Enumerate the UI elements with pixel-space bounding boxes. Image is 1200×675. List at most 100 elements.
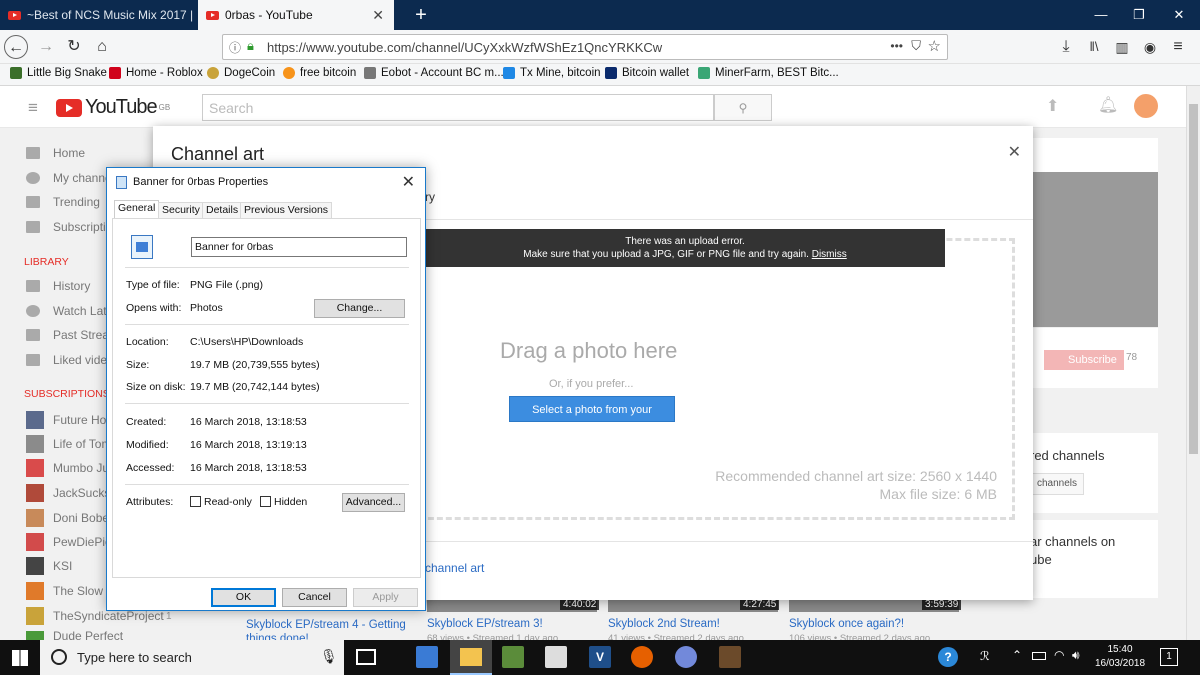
volume-icon[interactable]: 🔊︎ — [1072, 648, 1080, 663]
scrollbar-thumb[interactable] — [1189, 104, 1198, 454]
downloads-icon[interactable]: ⤓ — [1054, 35, 1078, 59]
subscription-item[interactable]: PewDiePie — [26, 533, 112, 551]
subscription-item[interactable]: Dude Perfect1 — [26, 631, 123, 640]
close-window-icon[interactable]: ✕ — [1156, 0, 1200, 30]
close-icon[interactable]: ✕ — [402, 172, 415, 192]
home-icon[interactable]: ⌂ — [90, 35, 114, 59]
close-tab-icon[interactable]: ✕ — [372, 7, 384, 24]
file-explorer-taskbar-button[interactable] — [450, 640, 492, 675]
forward-arrow-icon[interactable]: → — [34, 35, 58, 59]
page-actions-icon[interactable]: ••• — [890, 39, 903, 53]
sidebar-item-watch-later[interactable]: Watch Later — [26, 304, 117, 318]
subscription-item[interactable]: KSI — [26, 557, 72, 575]
close-icon[interactable]: ✕ — [1008, 142, 1021, 162]
reload-icon[interactable]: ↻ — [62, 35, 86, 59]
bookmark-item[interactable]: Tx Mine, bitcoin — [503, 67, 601, 79]
hamburger-menu-icon[interactable]: ≡ — [28, 98, 38, 118]
system-clock[interactable]: 15:40 16/03/2018 — [1092, 643, 1148, 671]
checkbox-box[interactable] — [260, 496, 271, 507]
bookmark-item[interactable]: Little Big Snake — [10, 67, 107, 79]
action-center-icon[interactable]: 1 — [1160, 648, 1178, 666]
advanced-button[interactable]: Advanced... — [342, 493, 405, 512]
taskbar-search-box[interactable]: Type here to search 🎙︎ — [40, 640, 344, 675]
battery-icon[interactable] — [1032, 652, 1046, 660]
file-properties-dialog: Banner for 0rbas Properties ✕ General Se… — [106, 167, 426, 611]
bookmark-item[interactable]: MinerFarm, BEST Bitc... — [698, 67, 839, 79]
tab-previous-versions[interactable]: Previous Versions — [240, 202, 333, 218]
people-icon[interactable]: ℛ — [980, 649, 990, 663]
back-arrow-icon[interactable]: ← — [4, 35, 28, 59]
page-scrollbar[interactable] — [1186, 86, 1200, 640]
tab-details[interactable]: Details — [202, 202, 243, 218]
filename-field[interactable]: Banner for 0rbas — [191, 237, 407, 257]
sidebar-item-home[interactable]: Home — [26, 146, 85, 160]
browser-tab[interactable]: ~Best of NCS Music Mix 2017 | — [0, 0, 196, 30]
browser-tab-active[interactable]: 0rbas - YouTube ✕ — [198, 0, 394, 30]
minecraft-launcher-icon[interactable] — [719, 646, 741, 668]
sidebar-item-trending[interactable]: Trending — [26, 195, 100, 209]
bookmark-item[interactable]: DogeCoin — [207, 67, 275, 79]
tab-general[interactable]: General — [114, 200, 160, 219]
library-icon[interactable]: ‖\ — [1082, 35, 1106, 59]
youtube-search-input[interactable]: Search — [202, 94, 714, 121]
windows-start-icon[interactable] — [12, 650, 28, 666]
pocket-icon[interactable]: ⛉ — [911, 38, 921, 54]
firefox-icon[interactable] — [631, 646, 653, 668]
info-icon[interactable]: ⓘ — [229, 39, 241, 56]
extension-icon[interactable]: ◉ — [1138, 35, 1162, 59]
subscribe-button[interactable]: Subscribe — [1044, 350, 1124, 370]
channel-avatar — [26, 459, 44, 477]
notifications-bell-icon[interactable]: 🔔︎ — [1098, 95, 1118, 115]
cancel-button[interactable]: Cancel — [282, 588, 347, 607]
sidebar-icon[interactable]: ▥ — [1110, 35, 1134, 59]
task-view-icon[interactable] — [356, 649, 376, 665]
tab-gallery[interactable]: ry — [425, 190, 435, 204]
wifi-icon[interactable]: ◠ — [1054, 648, 1064, 662]
channels-button[interactable]: channels — [1030, 473, 1084, 495]
video-title[interactable]: Skyblock EP/stream 4 - Getting things do… — [246, 618, 416, 640]
select-photo-button[interactable]: Select a photo from your computer — [509, 396, 675, 442]
ok-button[interactable]: OK — [211, 588, 276, 607]
dismiss-link[interactable]: Dismiss — [812, 249, 847, 260]
channel-art-link[interactable]: channel art — [425, 561, 484, 575]
bookmark-item[interactable]: Eobot - Account BC m... — [364, 67, 504, 79]
video-title[interactable]: Skyblock 2nd Stream! — [608, 618, 720, 630]
bookmark-item[interactable]: free bitcoin — [283, 67, 356, 79]
hidden-checkbox[interactable]: Hidden — [260, 496, 307, 508]
new-tab-icon[interactable]: + — [398, 0, 444, 30]
menu-icon[interactable]: ≡ — [1166, 35, 1190, 59]
subscription-item[interactable]: Doni Bobes — [26, 509, 115, 527]
subscription-item[interactable]: JackSucks — [26, 484, 110, 502]
avatar[interactable] — [1134, 94, 1158, 118]
mail-icon[interactable] — [545, 646, 567, 668]
change-button[interactable]: Change... — [314, 299, 405, 318]
video-title[interactable]: Skyblock once again?! — [789, 618, 904, 630]
youtube-logo[interactable]: YouTube GB — [56, 96, 170, 119]
microphone-icon[interactable]: 🎙︎ — [320, 648, 338, 665]
location-value: C:\Users\HP\Downloads — [190, 336, 304, 348]
video-title[interactable]: Skyblock EP/stream 3! — [427, 618, 543, 630]
sidebar-item-history[interactable]: History — [26, 279, 90, 293]
apply-button[interactable]: Apply — [353, 588, 418, 607]
search-icon[interactable]: ⚲ — [714, 94, 772, 121]
tab-security[interactable]: Security — [158, 202, 204, 218]
sidebar-item-my-channel[interactable]: My channel — [26, 171, 114, 185]
card — [1030, 138, 1158, 174]
library-heading[interactable]: LIBRARY — [24, 256, 69, 268]
url-bar[interactable]: ⓘ 🔒︎ https://www.youtube.com/channel/UCy… — [222, 34, 948, 60]
help-icon[interactable]: ? — [938, 647, 958, 667]
bookmark-item[interactable]: Bitcoin wallet — [605, 67, 689, 79]
minecraft-icon[interactable] — [502, 646, 524, 668]
discord-icon[interactable] — [675, 646, 697, 668]
upload-icon[interactable]: ⬆ — [1046, 96, 1059, 116]
bookmark-star-icon[interactable]: ☆ — [928, 37, 941, 55]
checkbox-box[interactable] — [190, 496, 201, 507]
chevron-up-icon[interactable]: ⌃ — [1012, 648, 1022, 662]
subscriptions-heading[interactable]: SUBSCRIPTIONS — [24, 388, 110, 400]
photos-app-icon[interactable] — [416, 646, 438, 668]
vegas-icon[interactable]: V — [589, 646, 611, 668]
url-text[interactable]: https://www.youtube.com/channel/UCyXxkWz… — [267, 40, 662, 55]
bookmark-item[interactable]: Home - Roblox — [109, 67, 203, 79]
subscription-item[interactable]: Life of Tom — [26, 435, 111, 453]
readonly-checkbox[interactable]: Read-only — [190, 496, 252, 508]
